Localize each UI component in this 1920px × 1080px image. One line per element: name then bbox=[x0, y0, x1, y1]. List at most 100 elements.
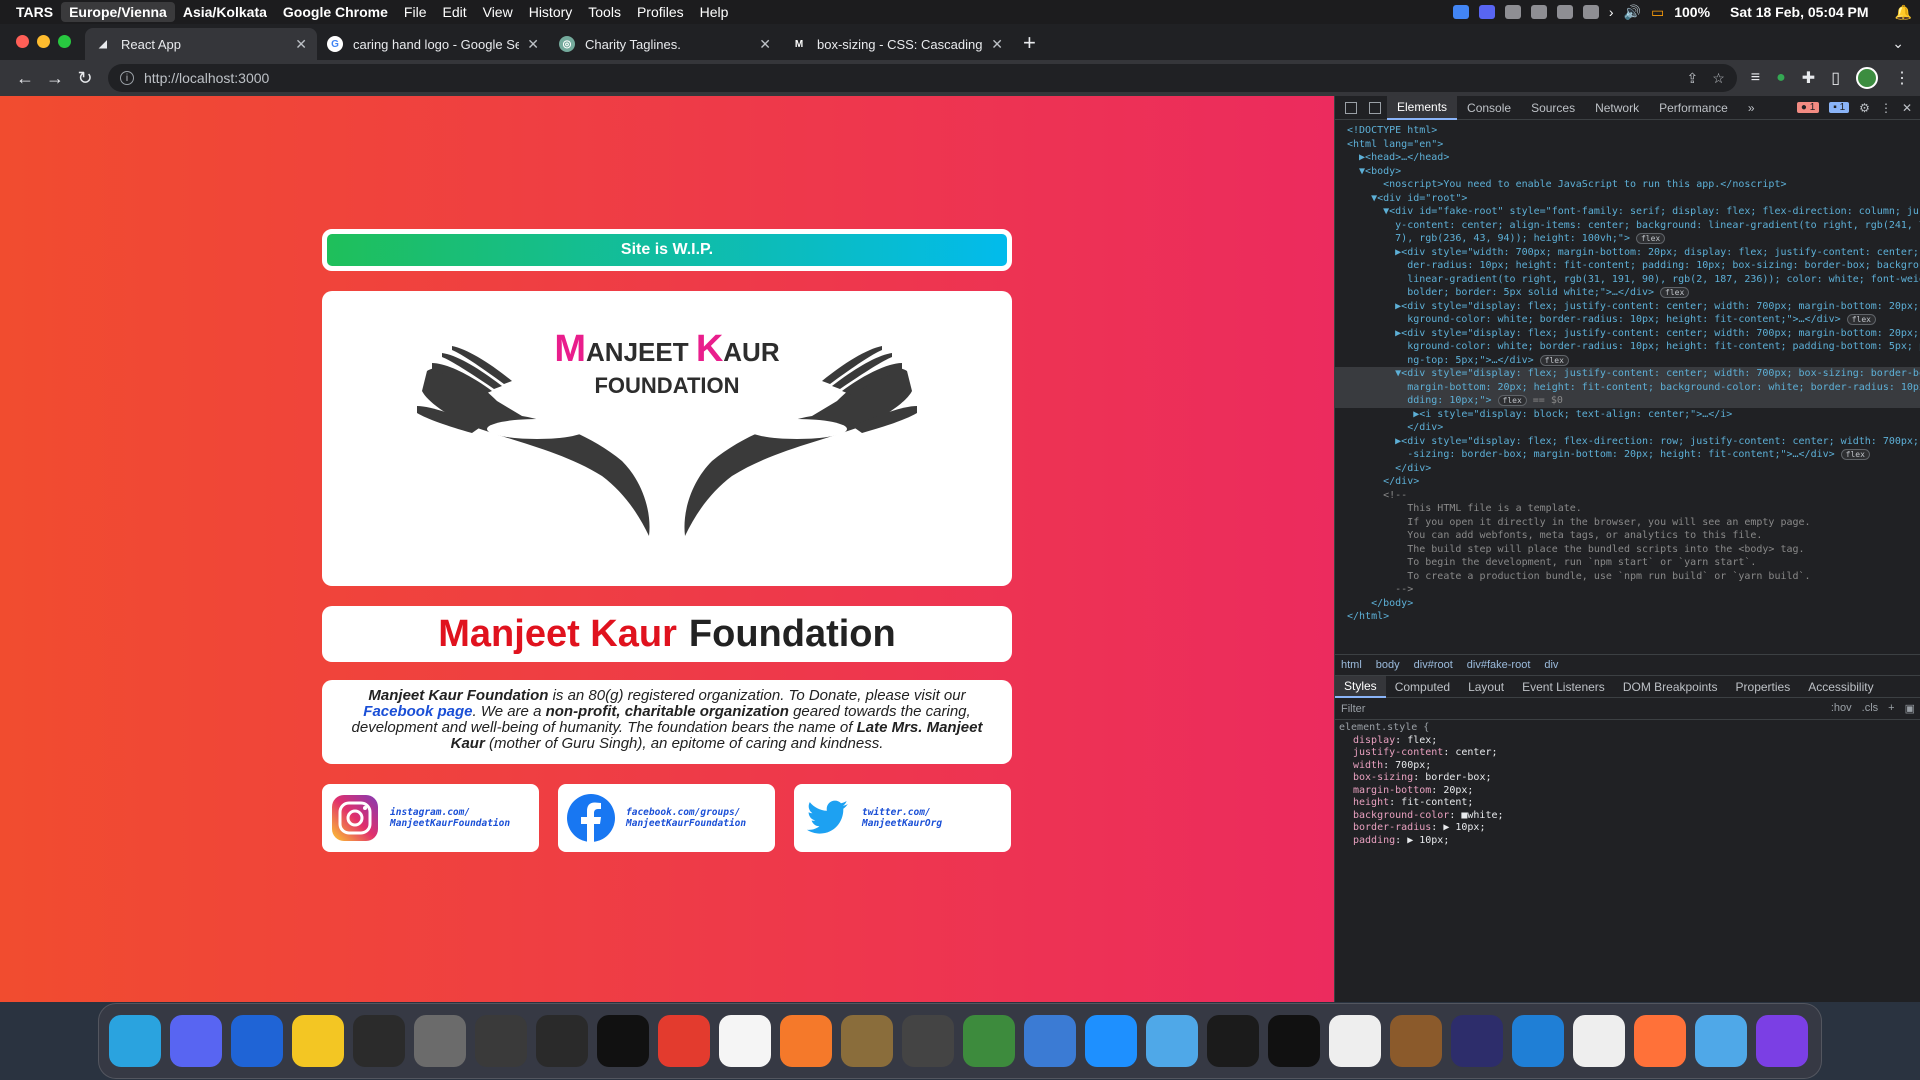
error-count-badge[interactable]: ● 1 bbox=[1796, 102, 1820, 113]
dom-line[interactable]: </div> bbox=[1335, 421, 1920, 435]
dom-line[interactable]: -sizing: border-box; margin-bottom: 20px… bbox=[1335, 448, 1920, 462]
tab-charity-taglines[interactable]: ◎ Charity Taglines. ✕ bbox=[549, 28, 781, 60]
menu-history[interactable]: History bbox=[521, 2, 581, 22]
dom-line[interactable]: der-radius: 10px; height: fit-content; p… bbox=[1335, 259, 1920, 273]
dom-line[interactable]: </div> bbox=[1335, 462, 1920, 476]
style-property[interactable]: border-radius: ▶ 10px; bbox=[1339, 822, 1920, 835]
dom-line[interactable]: dding: 10px;"> flex == $0 bbox=[1335, 394, 1920, 408]
notification-bell-icon[interactable]: 🔔 bbox=[1895, 4, 1912, 21]
chrome-status-icon[interactable] bbox=[1452, 5, 1469, 19]
puzzle-extensions-icon[interactable]: ✚ bbox=[1802, 68, 1815, 88]
close-tab-icon[interactable]: ✕ bbox=[991, 36, 1003, 53]
dom-line[interactable]: --> bbox=[1335, 583, 1920, 597]
dom-line[interactable]: </div> bbox=[1335, 475, 1920, 489]
dock-app-acorn-icon[interactable] bbox=[1390, 1015, 1442, 1067]
settings-gear-icon[interactable]: ⚙ bbox=[1859, 101, 1870, 115]
bookmark-star-icon[interactable]: ☆ bbox=[1712, 70, 1725, 87]
computed-sidebar-icon[interactable]: ▣ bbox=[1905, 702, 1915, 715]
dock-app-activity-monitor-icon[interactable] bbox=[1207, 1015, 1259, 1067]
dom-line[interactable]: <noscript>You need to enable JavaScript … bbox=[1335, 178, 1920, 192]
tab-search-chevron-icon[interactable]: ⌄ bbox=[1876, 35, 1920, 60]
facebook-card[interactable]: facebook.com/groups/ManjeetKaurFoundatio… bbox=[558, 784, 775, 852]
new-rule-icon[interactable]: + bbox=[1888, 702, 1894, 715]
back-arrow-icon[interactable]: ← bbox=[10, 68, 40, 89]
dock-app-finder-2-icon[interactable] bbox=[1695, 1015, 1747, 1067]
facebook-page-link[interactable]: Facebook page bbox=[363, 703, 472, 720]
dom-line[interactable]: kground-color: white; border-radius: 10p… bbox=[1335, 340, 1920, 354]
crumb-body[interactable]: body bbox=[1376, 659, 1400, 671]
dom-line[interactable]: bolder; border: 5px solid white;">…</div… bbox=[1335, 286, 1920, 300]
menu-profiles[interactable]: Profiles bbox=[629, 2, 692, 22]
dom-line[interactable]: <html lang="en"> bbox=[1335, 138, 1920, 152]
dom-line[interactable]: ▼<body> bbox=[1335, 165, 1920, 179]
discord-status-icon[interactable] bbox=[1478, 5, 1495, 19]
tab-layout[interactable]: Layout bbox=[1459, 676, 1513, 698]
crumb-fake-root[interactable]: div#fake-root bbox=[1467, 659, 1531, 671]
dom-line[interactable]: ▼<div id="fake-root" style="font-family:… bbox=[1335, 205, 1920, 219]
close-tab-icon[interactable]: ✕ bbox=[295, 36, 307, 53]
minimize-window-button[interactable] bbox=[37, 35, 50, 48]
tab-dom-breakpoints[interactable]: DOM Breakpoints bbox=[1614, 676, 1727, 698]
dock-app-sketch-icon[interactable] bbox=[719, 1015, 771, 1067]
menu-help[interactable]: Help bbox=[692, 2, 737, 22]
dock-app-chrome-icon[interactable] bbox=[1573, 1015, 1625, 1067]
devtools-tab-performance[interactable]: Performance bbox=[1649, 96, 1738, 120]
flex-badge[interactable]: flex bbox=[1840, 449, 1870, 460]
extension-green-icon[interactable]: ● bbox=[1776, 69, 1786, 87]
crumb-html[interactable]: html bbox=[1341, 659, 1362, 671]
dom-line[interactable]: </body> bbox=[1335, 597, 1920, 611]
share-icon[interactable]: ⇪ bbox=[1686, 70, 1698, 87]
dock-app-gimp-icon[interactable] bbox=[841, 1015, 893, 1067]
devtools-tab-console[interactable]: Console bbox=[1457, 96, 1521, 120]
dock-app-app-store-icon[interactable] bbox=[1085, 1015, 1137, 1067]
battery-icon[interactable]: ▭ bbox=[1651, 4, 1664, 21]
flex-badge[interactable]: flex bbox=[1539, 354, 1569, 366]
dom-line[interactable]: ▼<div id="root"> bbox=[1335, 192, 1920, 206]
dock-app-font-book-icon[interactable] bbox=[414, 1015, 466, 1067]
style-property[interactable]: height: fit-content; bbox=[1339, 797, 1920, 810]
style-property[interactable]: width: 700px; bbox=[1339, 760, 1920, 773]
timezone-vienna[interactable]: Europe/Vienna bbox=[61, 2, 175, 22]
profile-avatar[interactable] bbox=[1856, 67, 1878, 89]
tab-react-app[interactable]: ◢ React App ✕ bbox=[85, 28, 317, 60]
flex-badge[interactable]: flex bbox=[1635, 233, 1666, 244]
dom-line[interactable]: This HTML file is a template. bbox=[1335, 502, 1920, 516]
app-prefix[interactable]: TARS bbox=[8, 2, 61, 22]
dom-line[interactable]: ▶<div style="display: flex; justify-cont… bbox=[1335, 300, 1920, 314]
tab-box-sizing-mdn[interactable]: M box-sizing - CSS: Cascading S ✕ bbox=[781, 28, 1013, 60]
facebook-link[interactable]: facebook.com/groups/ManjeetKaurFoundatio… bbox=[626, 807, 746, 829]
dock-app-blender-icon[interactable] bbox=[780, 1015, 832, 1067]
dom-line[interactable]: <!-- bbox=[1335, 489, 1920, 503]
more-tabs-chevron-icon[interactable]: » bbox=[1738, 96, 1765, 120]
style-property[interactable]: box-sizing: border-box; bbox=[1339, 772, 1920, 785]
clock[interactable]: Sat 18 Feb, 05:04 PM bbox=[1730, 4, 1869, 20]
dock-app-vs-code-icon[interactable] bbox=[1512, 1015, 1564, 1067]
devtools-tab-elements[interactable]: Elements bbox=[1387, 95, 1458, 120]
dock-app-layers-icon[interactable] bbox=[963, 1015, 1015, 1067]
cloud-icon[interactable] bbox=[1504, 5, 1521, 19]
close-devtools-icon[interactable]: ✕ bbox=[1902, 101, 1912, 115]
style-property[interactable]: margin-bottom: 20px; bbox=[1339, 785, 1920, 798]
style-property[interactable]: display: flex; bbox=[1339, 735, 1920, 748]
flex-badge[interactable]: flex bbox=[1660, 287, 1690, 298]
dock-app-thunderbird-icon[interactable] bbox=[231, 1015, 283, 1067]
dock-app-discord-icon[interactable] bbox=[170, 1015, 222, 1067]
dom-line[interactable]: linear-gradient(to right, rgb(31, 191, 9… bbox=[1335, 273, 1920, 287]
hover-state-toggle[interactable]: :hov bbox=[1831, 702, 1852, 715]
dock-app-firefox-dev-icon[interactable] bbox=[1756, 1015, 1808, 1067]
dom-line[interactable]: margin-bottom: 20px; height: fit-content… bbox=[1335, 380, 1920, 394]
dom-line[interactable]: <!DOCTYPE html> bbox=[1335, 124, 1920, 138]
dom-line[interactable]: The build step will place the bundled sc… bbox=[1335, 543, 1920, 557]
chevron-right-icon[interactable]: › bbox=[1609, 4, 1614, 20]
new-tab-button[interactable]: + bbox=[1013, 30, 1046, 60]
menu-file[interactable]: File bbox=[396, 2, 435, 22]
info-icon[interactable]: i bbox=[120, 71, 134, 85]
flex-badge[interactable]: flex bbox=[1846, 314, 1876, 325]
dock-app-textedit-icon[interactable] bbox=[1329, 1015, 1381, 1067]
dom-line[interactable]: You can add webfonts, meta tags, or anal… bbox=[1335, 529, 1920, 543]
dom-line[interactable]: If you open it directly in the browser, … bbox=[1335, 516, 1920, 530]
zoom-window-button[interactable] bbox=[58, 35, 71, 48]
filter-input[interactable]: Filter bbox=[1341, 703, 1365, 715]
dock-app-voice-memos-icon[interactable] bbox=[536, 1015, 588, 1067]
dock-app-raycast-icon[interactable] bbox=[353, 1015, 405, 1067]
